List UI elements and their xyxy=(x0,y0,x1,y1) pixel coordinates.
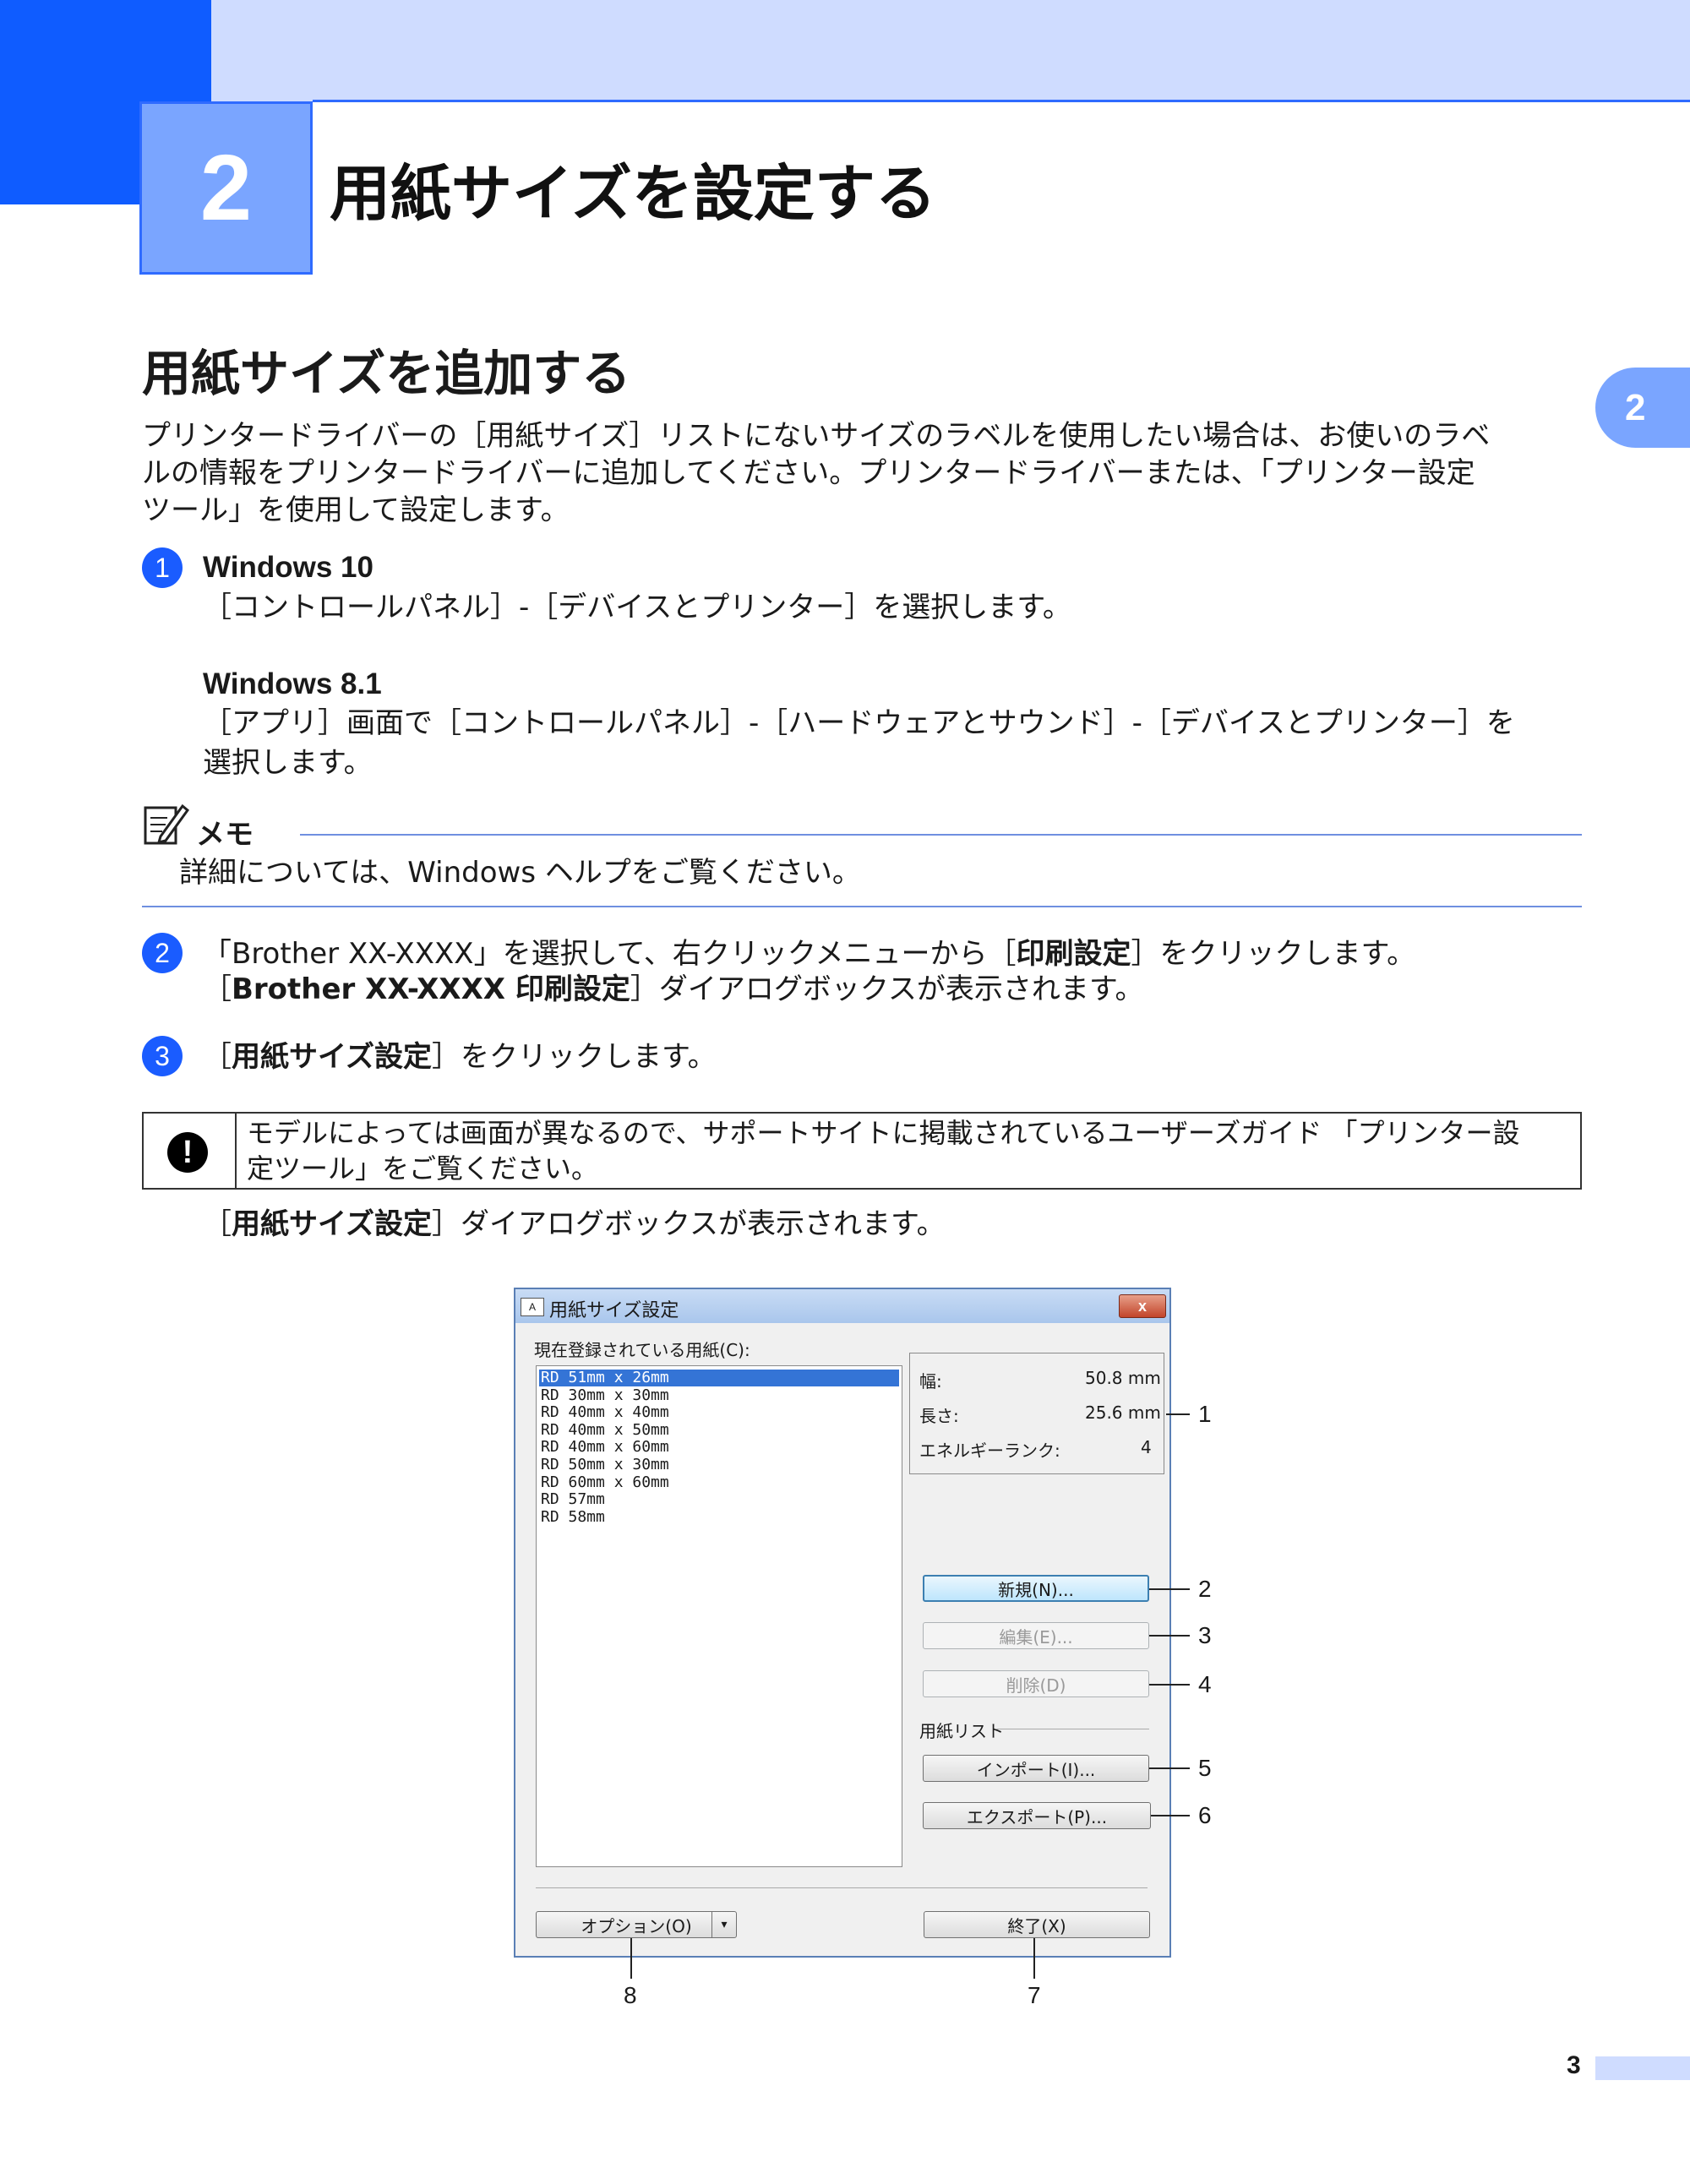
memo-top-rule xyxy=(300,834,1582,836)
callout-line-8 xyxy=(630,1938,632,1979)
close-button[interactable]: x xyxy=(1119,1294,1166,1318)
step-3-badge: 3 xyxy=(142,1036,183,1076)
callout-7: 7 xyxy=(1028,1982,1041,2008)
list-item[interactable]: RD 40mm x 60mm xyxy=(539,1439,899,1456)
step-2-badge: 2 xyxy=(142,933,183,973)
length-value: 25.6 mm xyxy=(1085,1402,1161,1423)
width-label: 幅: xyxy=(919,1371,942,1392)
note-divider xyxy=(235,1112,237,1190)
callout-line-7 xyxy=(1033,1938,1035,1979)
step-3-text: ［用紙サイズ設定］をクリックします。 xyxy=(203,1038,717,1076)
export-button[interactable]: エクスポート(P)... xyxy=(923,1802,1151,1829)
dialog-shown-end: ］ダイアログボックスが表示されます。 xyxy=(431,1207,946,1241)
delete-button[interactable]: 削除(D) xyxy=(923,1670,1149,1697)
step-2-text-a: 「Brother XX-XXXX」を選択して、右クリックメニューから［印刷設定］… xyxy=(203,934,1415,973)
windows-10-text: ［コントロールパネル］-［デバイスとプリンター］を選択します。 xyxy=(203,591,1071,624)
note-line-2: 定ツール」をご覧ください。 xyxy=(247,1152,599,1185)
option-label: オプション(O) xyxy=(581,1915,692,1936)
intro-line-3: ツール」を使用して設定します。 xyxy=(142,493,570,527)
memo-text: 詳細については、Windows ヘルプをご覧ください。 xyxy=(179,856,861,890)
callout-line-4 xyxy=(1149,1684,1190,1686)
callout-6: 6 xyxy=(1198,1802,1212,1828)
list-item[interactable]: RD 51mm x 26mm xyxy=(539,1370,899,1386)
energy-rank-label: エネルギーランク: xyxy=(919,1441,1060,1461)
app-icon: A xyxy=(521,1298,544,1316)
header-rule xyxy=(313,100,1690,102)
import-button[interactable]: インポート(I)... xyxy=(923,1755,1149,1782)
page-number: 3 xyxy=(1567,2051,1581,2079)
callout-3: 3 xyxy=(1198,1622,1212,1648)
length-label: 長さ: xyxy=(919,1406,959,1426)
intro-line-1: プリンタードライバーの［用紙サイズ］リストにないサイズのラベルを使用したい場合は… xyxy=(142,419,1491,453)
chapter-title: 用紙サイズを設定する xyxy=(330,158,936,229)
chapter-side-tab: 2 xyxy=(1595,368,1690,448)
callout-line-2 xyxy=(1149,1588,1190,1590)
callout-line-6 xyxy=(1151,1815,1190,1816)
intro-line-2: ルの情報をプリンタードライバーに追加してください。プリンタードライバーまたは、「… xyxy=(142,456,1475,490)
callout-4: 4 xyxy=(1198,1671,1212,1697)
windows-81-title: Windows 8.1 xyxy=(203,667,382,700)
list-item[interactable]: RD 60mm x 60mm xyxy=(539,1473,899,1491)
chevron-down-icon[interactable]: ▾ xyxy=(711,1912,736,1937)
dialog-shown-start: ［ xyxy=(203,1207,232,1241)
note-line-1: モデルによっては画面が異なるので、サポートサイトに掲載されているユーザーズガイド… xyxy=(247,1117,1520,1149)
windows-81-text-1: ［アプリ］画面で［コントロールパネル］-［ハードウェアとサウンド］-［デバイスと… xyxy=(203,706,1515,740)
section-title: 用紙サイズを追加する xyxy=(142,345,631,402)
step-2-text-b-end: ］ダイアログボックスが表示されます。 xyxy=(630,972,1144,1006)
step-2-text-b: ［Brother XX-XXXX 印刷設定］ダイアログボックスが表示されます。 xyxy=(203,970,1143,1009)
dialog-shown-text: ［用紙サイズ設定］ダイアログボックスが表示されます。 xyxy=(203,1205,946,1244)
windows-81-text-2: 選択します。 xyxy=(203,746,373,780)
callout-8: 8 xyxy=(624,1982,637,2008)
step-3-text-bold: 用紙サイズ設定 xyxy=(232,1040,432,1074)
width-value: 50.8 mm xyxy=(1085,1368,1161,1388)
dialog-separator xyxy=(536,1887,1148,1888)
list-item[interactable]: RD 58mm xyxy=(539,1508,899,1526)
paper-list-label: 現在登録されている用紙(C): xyxy=(534,1340,750,1360)
memo-bottom-rule xyxy=(142,906,1582,907)
step-3-text-start: ［ xyxy=(203,1040,232,1074)
paper-list-group-label: 用紙リスト xyxy=(919,1721,1004,1741)
step-2-text-a-bold: 印刷設定 xyxy=(1016,937,1131,971)
callout-line-1 xyxy=(1166,1413,1190,1415)
dialog-title: 用紙サイズ設定 xyxy=(549,1300,679,1321)
callout-5: 5 xyxy=(1198,1755,1212,1781)
step-2-text-a-part: 「Brother XX-XXXX」を選択して、右クリックメニューから［ xyxy=(203,937,1017,971)
new-button[interactable]: 新規(N)... xyxy=(923,1575,1149,1602)
energy-rank-value: 4 xyxy=(1141,1437,1152,1457)
callout-line-3 xyxy=(1149,1635,1190,1637)
step-1-badge: 1 xyxy=(142,547,183,588)
footer-bar xyxy=(1595,2056,1690,2080)
memo-label: メモ xyxy=(196,818,254,852)
step-3-text-end: ］をクリックします。 xyxy=(431,1040,717,1074)
list-item[interactable]: RD 30mm x 30mm xyxy=(539,1386,899,1404)
list-item[interactable]: RD 40mm x 40mm xyxy=(539,1404,899,1421)
memo-icon xyxy=(142,799,190,847)
option-button[interactable]: オプション(O) ▾ xyxy=(536,1911,737,1938)
dialog-shown-bold: 用紙サイズ設定 xyxy=(232,1207,432,1241)
callout-1: 1 xyxy=(1198,1401,1212,1427)
list-item[interactable]: RD 50mm x 30mm xyxy=(539,1457,899,1473)
exit-button[interactable]: 終了(X) xyxy=(924,1911,1150,1938)
step-2-text-b-bold: Brother XX-XXXX 印刷設定 xyxy=(232,972,630,1006)
step-2-text-b-start: ［ xyxy=(203,972,232,1006)
chapter-number: 2 xyxy=(139,101,313,275)
windows-10-title: Windows 10 xyxy=(203,551,373,584)
step-2-text-a-end: ］をクリックします。 xyxy=(1131,937,1416,971)
exclamation-icon: ! xyxy=(167,1132,208,1173)
callout-2: 2 xyxy=(1198,1576,1212,1602)
list-item[interactable]: RD 57mm xyxy=(539,1491,899,1508)
edit-button[interactable]: 編集(E)... xyxy=(923,1622,1149,1649)
header-band xyxy=(0,0,1690,101)
list-item[interactable]: RD 40mm x 50mm xyxy=(539,1421,899,1439)
callout-line-5 xyxy=(1149,1767,1190,1769)
